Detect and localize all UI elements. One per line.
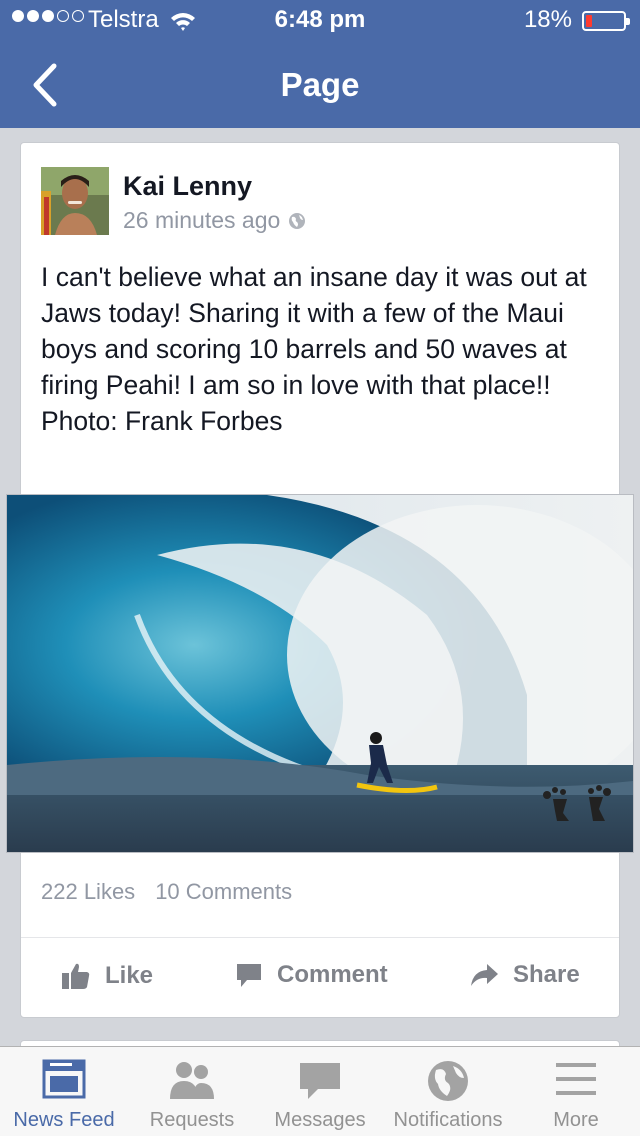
requests-icon — [170, 1062, 214, 1099]
avatar[interactable] — [41, 167, 109, 235]
comment-label: Comment — [277, 961, 388, 988]
post-stats: 222 Likes 10 Comments — [41, 879, 292, 905]
battery-percent: 18% — [523, 6, 572, 33]
comment-icon — [237, 964, 261, 987]
comments-count[interactable]: 10 Comments — [155, 879, 292, 905]
tab-label: Messages — [274, 1109, 366, 1131]
post-actions: Like Comment Share — [21, 947, 619, 1009]
status-bar: Telstra 6:48 pm 18% — [0, 0, 640, 40]
like-button[interactable]: Like — [61, 961, 153, 991]
likes-count[interactable]: 222 Likes — [41, 879, 135, 905]
thumbs-up-icon — [62, 963, 90, 989]
menu-icon — [556, 1063, 596, 1095]
share-icon — [471, 964, 498, 986]
battery-icon — [582, 11, 630, 31]
globe-icon — [289, 212, 306, 229]
like-label: Like — [105, 962, 154, 989]
post-text: I can't believe what an insane day it wa… — [41, 262, 587, 436]
time-ago: 26 minutes ago — [123, 207, 281, 233]
tab-notifications[interactable]: Notifications — [384, 1047, 512, 1136]
share-button[interactable]: Share — [469, 961, 580, 989]
tab-bar: News Feed Requests Messages Notification… — [0, 1046, 640, 1136]
tab-label: More — [553, 1109, 599, 1131]
tab-requests[interactable]: Requests — [128, 1047, 256, 1136]
tab-messages[interactable]: Messages — [256, 1047, 384, 1136]
author-name[interactable]: Kai Lenny — [123, 171, 252, 202]
tab-label: Requests — [149, 1109, 235, 1131]
tab-news-feed[interactable]: News Feed — [0, 1047, 128, 1136]
post-timestamp: 26 minutes ago — [123, 207, 306, 234]
header: Telstra 6:48 pm 18% Page — [0, 0, 640, 128]
globe-icon — [428, 1061, 468, 1101]
divider — [21, 937, 619, 938]
share-label: Share — [513, 961, 580, 988]
messages-icon — [300, 1063, 340, 1099]
page-title: Page — [280, 66, 360, 103]
news-feed-icon — [42, 1059, 86, 1099]
comment-button[interactable]: Comment — [235, 961, 388, 989]
tab-more[interactable]: More — [512, 1047, 640, 1136]
tab-label: Notifications — [393, 1109, 503, 1131]
post-photo[interactable] — [7, 495, 633, 852]
